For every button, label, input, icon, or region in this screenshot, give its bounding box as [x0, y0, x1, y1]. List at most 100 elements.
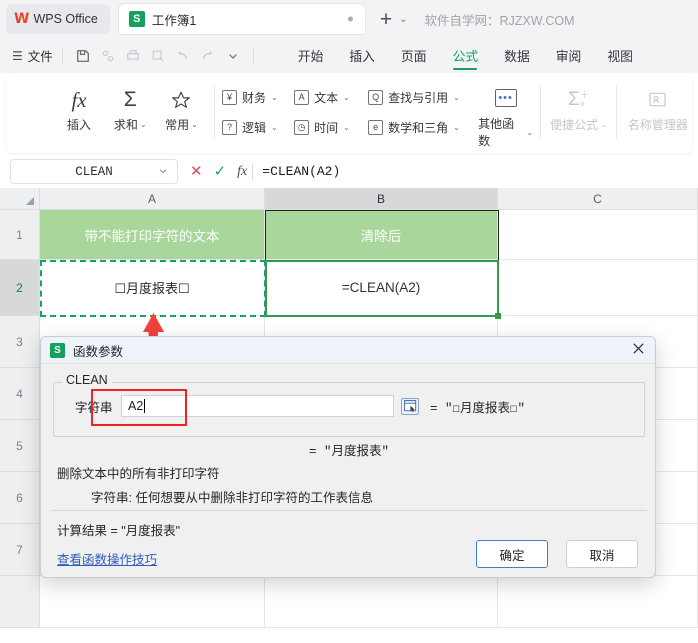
document-tab-workbook1[interactable]: S 工作簿1: [117, 3, 366, 35]
cell-c2[interactable]: [498, 260, 698, 316]
tab-formula[interactable]: 公式: [440, 38, 492, 73]
column-header-c[interactable]: C: [498, 188, 698, 210]
divider: [540, 85, 542, 139]
row-header-3[interactable]: 3: [0, 316, 40, 368]
logical-functions-button[interactable]: ? 逻辑 ⌄: [222, 118, 294, 137]
other-functions-label: 其他函数: [478, 117, 515, 148]
chevron-down-icon: ⌄: [139, 120, 147, 129]
range-picker-icon[interactable]: [401, 397, 419, 415]
common-functions-label: 常用: [165, 118, 190, 132]
wps-spreadsheet-window: W WPS Office S 工作簿1 + ⌄ 软件自学网：RJZXW.COM …: [0, 0, 698, 643]
quick-formula-label: 便捷公式: [550, 118, 599, 132]
math-functions-button[interactable]: e 数学和三角 ⌄: [368, 118, 478, 137]
sigma-plus-icon: Σ ＋ ×: [568, 89, 589, 110]
promo-watermark-text: 软件自学网：RJZXW.COM: [424, 13, 575, 28]
argument-input-text[interactable]: A2: [121, 395, 394, 417]
tab-view[interactable]: 视图: [594, 38, 646, 73]
formula-input[interactable]: =CLEAN(A2): [262, 164, 340, 179]
tab-insert[interactable]: 插入: [336, 38, 388, 73]
row-header-4[interactable]: 4: [0, 368, 40, 420]
wps-brand-label: WPS Office: [33, 12, 98, 26]
save-icon[interactable]: [72, 45, 94, 66]
chevron-down-icon[interactable]: [158, 166, 168, 178]
name-manager-icon: [647, 85, 668, 115]
datetime-functions-button[interactable]: ◷ 时间 ⌄: [294, 118, 368, 137]
new-tab-dropdown-icon[interactable]: ⌄: [399, 14, 407, 25]
divider: [51, 510, 647, 511]
function-description: 删除文本中的所有非打印字符: [57, 467, 220, 481]
ribbon-panel: fx 插入 Σ 求和 ⌄ 常用 ⌄ ¥ 财务 ⌄ ? 逻辑 ⌄ A 文本 ⌄ ◷…: [6, 73, 692, 153]
row-header-8[interactable]: [0, 576, 40, 628]
divider: [214, 85, 216, 139]
cell-c1[interactable]: [498, 210, 698, 260]
cell-b1[interactable]: 清除后: [265, 210, 498, 260]
financial-functions-button[interactable]: ¥ 财务 ⌄: [222, 88, 294, 107]
row-header-2[interactable]: 2: [0, 260, 40, 316]
cell-b2[interactable]: =CLEAN(A2): [265, 260, 498, 316]
spreadsheet-icon: S: [128, 11, 145, 27]
cell-a1[interactable]: 带不能打印字符的文本: [40, 210, 265, 260]
row-header-1[interactable]: 1: [0, 210, 40, 260]
insert-function-icon[interactable]: fx: [237, 164, 247, 180]
text-icon: A: [294, 90, 310, 105]
other-functions-button[interactable]: ••• 其他函数 ⌄: [478, 79, 533, 149]
financial-label: 财务: [242, 91, 267, 105]
datetime-label: 时间: [314, 121, 339, 135]
name-box[interactable]: CLEAN: [10, 159, 178, 184]
common-functions-button[interactable]: 常用 ⌄: [156, 79, 207, 133]
ok-button[interactable]: 确定: [476, 540, 548, 568]
divider: [252, 47, 254, 64]
math-label: 数学和三角: [388, 121, 449, 135]
document-tab-label: 工作簿1: [151, 13, 197, 28]
wps-logo-icon: W: [14, 11, 30, 27]
name-manager-button: 名称管理器: [624, 79, 692, 133]
cancel-button[interactable]: 取消: [566, 540, 638, 568]
name-manager-label: 名称管理器: [627, 118, 688, 132]
name-box-value: CLEAN: [75, 164, 113, 179]
confirm-formula-icon[interactable]: ✓: [214, 164, 227, 179]
cell-a8[interactable]: [40, 576, 265, 628]
dialog-title-bar: S 函数参数: [41, 337, 655, 364]
hamburger-icon[interactable]: ☰: [12, 49, 23, 63]
select-all-corner[interactable]: [0, 188, 40, 210]
print-preview-icon: [147, 45, 169, 66]
cell-c8[interactable]: [498, 576, 698, 628]
cancel-formula-icon[interactable]: ✕: [190, 164, 203, 179]
lookup-functions-button[interactable]: Q 查找与引用 ⌄: [368, 88, 478, 107]
column-header-a[interactable]: A: [40, 188, 265, 210]
tab-review[interactable]: 审阅: [543, 38, 595, 73]
wps-brand-button[interactable]: W WPS Office: [6, 4, 110, 34]
tab-close-dot-icon[interactable]: [347, 16, 353, 22]
clock-icon: ◷: [294, 120, 310, 135]
argument-input-value: A2: [128, 399, 144, 413]
row-header-7[interactable]: 7: [0, 524, 40, 576]
tab-page[interactable]: 页面: [388, 38, 440, 73]
file-menu-button[interactable]: 文件: [28, 46, 53, 65]
chevron-down-icon: ⌄: [191, 120, 198, 129]
cell-b8[interactable]: [265, 576, 498, 628]
title-bar: W WPS Office S 工作簿1 + ⌄ 软件自学网：RJZXW.COM: [0, 0, 698, 38]
new-tab-button[interactable]: +: [380, 9, 392, 30]
row-header-5[interactable]: 5: [0, 420, 40, 472]
tab-start[interactable]: 开始: [285, 38, 337, 73]
autosum-button[interactable]: Σ 求和 ⌄: [105, 79, 156, 133]
chevron-down-icon: ⌄: [271, 93, 278, 102]
autosum-label: 求和: [113, 118, 138, 132]
cell-a2[interactable]: ☐月度报表☐: [40, 260, 265, 316]
function-arguments-dialog: S 函数参数 CLEAN 字符串 A2 = "☐月度报表☐" = "月度报表" …: [40, 336, 656, 578]
dialog-title-label: 函数参数: [73, 344, 124, 359]
function-tips-link[interactable]: 查看函数操作技巧: [57, 549, 157, 568]
star-icon: [170, 85, 192, 115]
insert-function-label: 插入: [67, 118, 92, 132]
customize-caret-icon[interactable]: [222, 45, 244, 66]
argument-row-text: 字符串 A2 = "☐月度报表☐": [75, 395, 525, 417]
sigma-icon: Σ: [123, 88, 137, 111]
text-functions-button[interactable]: A 文本 ⌄: [294, 88, 368, 107]
chevron-down-icon: ⌄: [600, 120, 607, 129]
tab-data[interactable]: 数据: [491, 38, 543, 73]
row-header-6[interactable]: 6: [0, 472, 40, 524]
insert-function-button[interactable]: fx 插入: [53, 79, 104, 133]
column-header-b[interactable]: B: [265, 188, 498, 210]
close-icon[interactable]: [632, 342, 645, 358]
divider: [615, 85, 617, 139]
